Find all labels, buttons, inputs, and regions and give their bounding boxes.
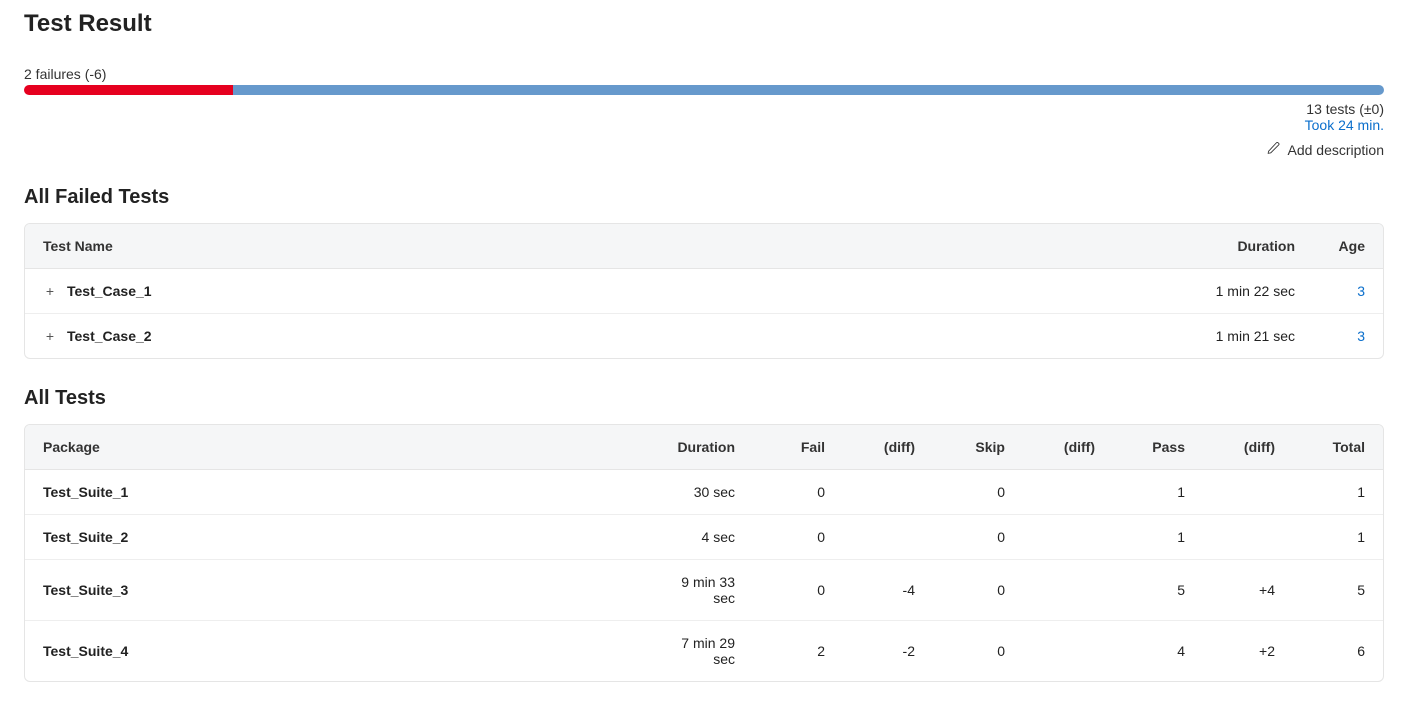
col-fail-diff[interactable]: (diff) — [843, 425, 933, 470]
suite-skip: 0 — [933, 470, 1023, 515]
col-pass[interactable]: Pass — [1113, 425, 1203, 470]
suite-total: 5 — [1293, 560, 1383, 621]
test-age-link[interactable]: 3 — [1357, 328, 1365, 344]
suite-skip: 0 — [933, 515, 1023, 560]
suite-fail: 0 — [753, 515, 843, 560]
all-tests-table: Package Duration Fail (diff) Skip (diff)… — [25, 425, 1383, 681]
add-description-label: Add description — [1287, 142, 1384, 158]
page-title: Test Result — [24, 10, 1384, 38]
suite-skip: 0 — [933, 621, 1023, 682]
failed-test-row: + Test_Case_1 1 min 22 sec 3 — [25, 269, 1383, 314]
suite-duration: 9 min 33 sec — [659, 560, 753, 621]
add-description-button[interactable]: Add description — [1267, 141, 1384, 158]
suite-fail-diff: -2 — [843, 621, 933, 682]
col-duration[interactable]: Duration — [1193, 224, 1313, 269]
test-suite-row: Test_Suite_4 7 min 29 sec2-20 4+26 — [25, 621, 1383, 682]
col-total[interactable]: Total — [1293, 425, 1383, 470]
test-suite-row: Test_Suite_130 sec0011 — [25, 470, 1383, 515]
suite-skip: 0 — [933, 560, 1023, 621]
package-name[interactable]: Test_Suite_1 — [43, 484, 128, 500]
col-fail[interactable]: Fail — [753, 425, 843, 470]
col-age[interactable]: Age — [1313, 224, 1383, 269]
col-skip-diff[interactable]: (diff) — [1023, 425, 1113, 470]
suite-pass-diff — [1203, 515, 1293, 560]
test-duration: 1 min 21 sec — [1193, 314, 1313, 359]
suite-fail-diff — [843, 515, 933, 560]
suite-skip-diff — [1023, 560, 1113, 621]
expand-icon[interactable]: + — [43, 283, 57, 299]
suite-fail: 0 — [753, 560, 843, 621]
suite-pass: 4 — [1113, 621, 1203, 682]
failed-tests-table: Test Name Duration Age + Test_Case_1 1 min… — [25, 224, 1383, 358]
suite-skip-diff — [1023, 515, 1113, 560]
test-age-link[interactable]: 3 — [1357, 283, 1365, 299]
col-skip[interactable]: Skip — [933, 425, 1023, 470]
suite-fail-diff: -4 — [843, 560, 933, 621]
suite-skip-diff — [1023, 470, 1113, 515]
suite-pass: 5 — [1113, 560, 1203, 621]
test-name[interactable]: Test_Case_1 — [67, 283, 152, 299]
suite-pass-diff: +4 — [1203, 560, 1293, 621]
progress-bar-pass — [233, 85, 1384, 95]
suite-pass-diff: +2 — [1203, 621, 1293, 682]
progress-bar-fail — [24, 85, 233, 95]
failed-tests-heading: All Failed Tests — [24, 186, 1384, 209]
col-package[interactable]: Package — [25, 425, 659, 470]
expand-icon[interactable]: + — [43, 328, 57, 344]
col-pass-diff[interactable]: (diff) — [1203, 425, 1293, 470]
progress-bar — [24, 85, 1384, 95]
pencil-icon — [1267, 141, 1281, 158]
failed-test-row: + Test_Case_2 1 min 21 sec 3 — [25, 314, 1383, 359]
suite-duration: 7 min 29 sec — [659, 621, 753, 682]
suite-duration: 30 sec — [659, 470, 753, 515]
test-suite-row: Test_Suite_39 min 33 sec0-405+45 — [25, 560, 1383, 621]
suite-pass-diff — [1203, 470, 1293, 515]
suite-duration: 4 sec — [659, 515, 753, 560]
suite-skip-diff — [1023, 621, 1113, 682]
suite-fail: 0 — [753, 470, 843, 515]
suite-total: 1 — [1293, 470, 1383, 515]
package-name[interactable]: Test_Suite_4 — [43, 643, 128, 659]
suite-fail: 2 — [753, 621, 843, 682]
package-name[interactable]: Test_Suite_2 — [43, 529, 128, 545]
took-link[interactable]: Took 24 min. — [24, 117, 1384, 133]
suite-total: 1 — [1293, 515, 1383, 560]
test-suite-row: Test_Suite_24 sec0011 — [25, 515, 1383, 560]
suite-total: 6 — [1293, 621, 1383, 682]
test-name[interactable]: Test_Case_2 — [67, 328, 152, 344]
suite-pass: 1 — [1113, 515, 1203, 560]
suite-pass: 1 — [1113, 470, 1203, 515]
col-all-duration[interactable]: Duration — [659, 425, 753, 470]
package-name[interactable]: Test_Suite_3 — [43, 582, 128, 598]
all-tests-heading: All Tests — [24, 387, 1384, 410]
test-duration: 1 min 22 sec — [1193, 269, 1313, 314]
suite-fail-diff — [843, 470, 933, 515]
failures-label: 2 failures (-6) — [24, 66, 1384, 82]
col-test-name[interactable]: Test Name — [25, 224, 1193, 269]
tests-count-label: 13 tests (±0) — [24, 101, 1384, 117]
